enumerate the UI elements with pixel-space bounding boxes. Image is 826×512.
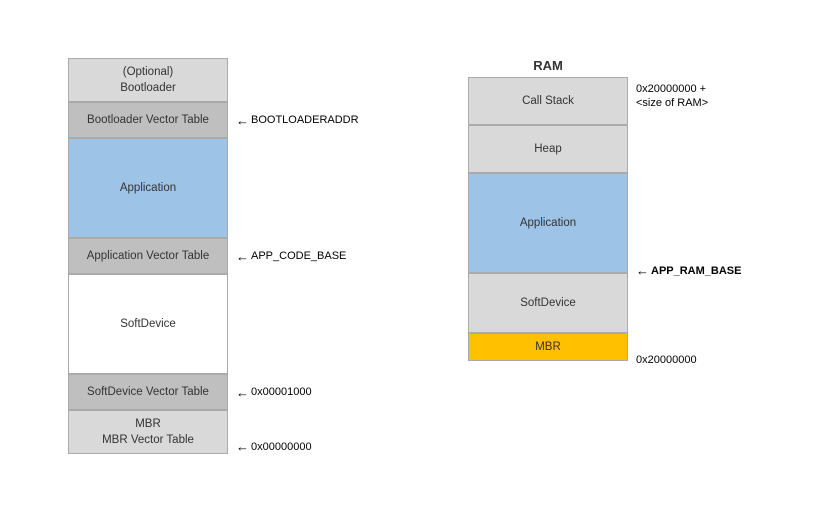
softdevice-vector-table-label: SoftDevice Vector Table xyxy=(87,384,209,400)
mbr-label: MBRMBR Vector Table xyxy=(102,416,194,448)
ram-softdevice-label: SoftDevice xyxy=(520,295,576,311)
app-code-base-arrow-icon: ← xyxy=(236,249,249,264)
flash-section: (Optional)Bootloader Bootloader Vector T… xyxy=(68,58,388,454)
call-stack-label: Call Stack xyxy=(522,93,574,109)
ram-top-addr-row: 0x20000000 +<size of RAM> xyxy=(636,82,758,130)
app-spacer: ← APP_RAM_BASE xyxy=(636,178,758,278)
application-label: Application xyxy=(120,180,176,196)
application-block: Application xyxy=(68,138,228,238)
heap-label: Heap xyxy=(534,141,562,157)
addr-0000-label: 0x00000000 xyxy=(251,441,312,453)
flash-column: (Optional)Bootloader Bootloader Vector T… xyxy=(68,58,228,454)
ram-mbr-label: MBR xyxy=(535,339,561,355)
mbr-ram-spacer: 0x20000000 xyxy=(636,338,758,366)
spacer-2 xyxy=(236,138,388,238)
ram-title: RAM xyxy=(468,58,628,73)
mbr-block: MBRMBR Vector Table xyxy=(68,410,228,454)
ram-arrows: 0x20000000 +<size of RAM> ← APP_RAM_BASE… xyxy=(628,78,758,366)
spacer-1 xyxy=(236,58,388,102)
ram-col-wrapper: RAM Call Stack Heap Application SoftDevi… xyxy=(468,58,628,366)
softdevice-label: SoftDevice xyxy=(120,316,176,332)
softdevice-block: SoftDevice xyxy=(68,274,228,374)
ram-application-label: Application xyxy=(520,215,576,231)
bootloader-vector-table-block: Bootloader Vector Table xyxy=(68,102,228,138)
addr-1000-row: ← 0x00001000 xyxy=(236,374,388,410)
softdevice-vector-table-block: SoftDevice Vector Table xyxy=(68,374,228,410)
spacer-3 xyxy=(236,274,388,374)
optional-bootloader-label: (Optional)Bootloader xyxy=(120,64,176,96)
spacer-4: ← 0x00000000 xyxy=(236,410,388,454)
call-stack-block: Call Stack xyxy=(468,77,628,125)
addr-1000-label: 0x00001000 xyxy=(251,386,312,398)
app-code-base-row: ← APP_CODE_BASE xyxy=(236,238,388,274)
ram-column: Call Stack Heap Application SoftDevice M… xyxy=(468,77,628,361)
addr-1000-arrow-icon: ← xyxy=(236,385,249,400)
bootloader-vector-table-label: Bootloader Vector Table xyxy=(87,112,209,128)
app-ram-base-label: APP_RAM_BASE xyxy=(651,265,741,277)
softdevice-spacer xyxy=(636,278,758,338)
diagram-container: (Optional)Bootloader Bootloader Vector T… xyxy=(38,38,788,474)
app-ram-base-row: ← APP_RAM_BASE xyxy=(636,263,741,278)
heap-block: Heap xyxy=(468,125,628,173)
ram-base-addr-row: 0x20000000 xyxy=(636,354,697,366)
ram-top-addr-label: 0x20000000 +<size of RAM> xyxy=(636,82,708,111)
addr-0000-row: ← 0x00000000 xyxy=(236,439,312,454)
heap-spacer xyxy=(636,130,758,178)
ram-softdevice-block: SoftDevice xyxy=(468,273,628,333)
flash-arrows: ← BOOTLOADERADDR ← APP_CODE_BASE ← 0x000… xyxy=(228,58,388,454)
bootloaderaddr-label: BOOTLOADERADDR xyxy=(251,114,359,126)
ram-mbr-block: MBR xyxy=(468,333,628,361)
ram-application-block: Application xyxy=(468,173,628,273)
bootloaderaddr-row: ← BOOTLOADERADDR xyxy=(236,102,388,138)
app-code-base-label: APP_CODE_BASE xyxy=(251,250,346,262)
application-vector-table-block: Application Vector Table xyxy=(68,238,228,274)
optional-bootloader-block: (Optional)Bootloader xyxy=(68,58,228,102)
ram-base-addr-label: 0x20000000 xyxy=(636,354,697,366)
application-vector-table-label: Application Vector Table xyxy=(87,248,210,264)
bootloaderaddr-arrow-icon: ← xyxy=(236,113,249,128)
addr-0000-arrow-icon: ← xyxy=(236,439,249,454)
app-ram-base-arrow-icon: ← xyxy=(636,263,649,278)
ram-section: RAM Call Stack Heap Application SoftDevi… xyxy=(468,58,758,366)
